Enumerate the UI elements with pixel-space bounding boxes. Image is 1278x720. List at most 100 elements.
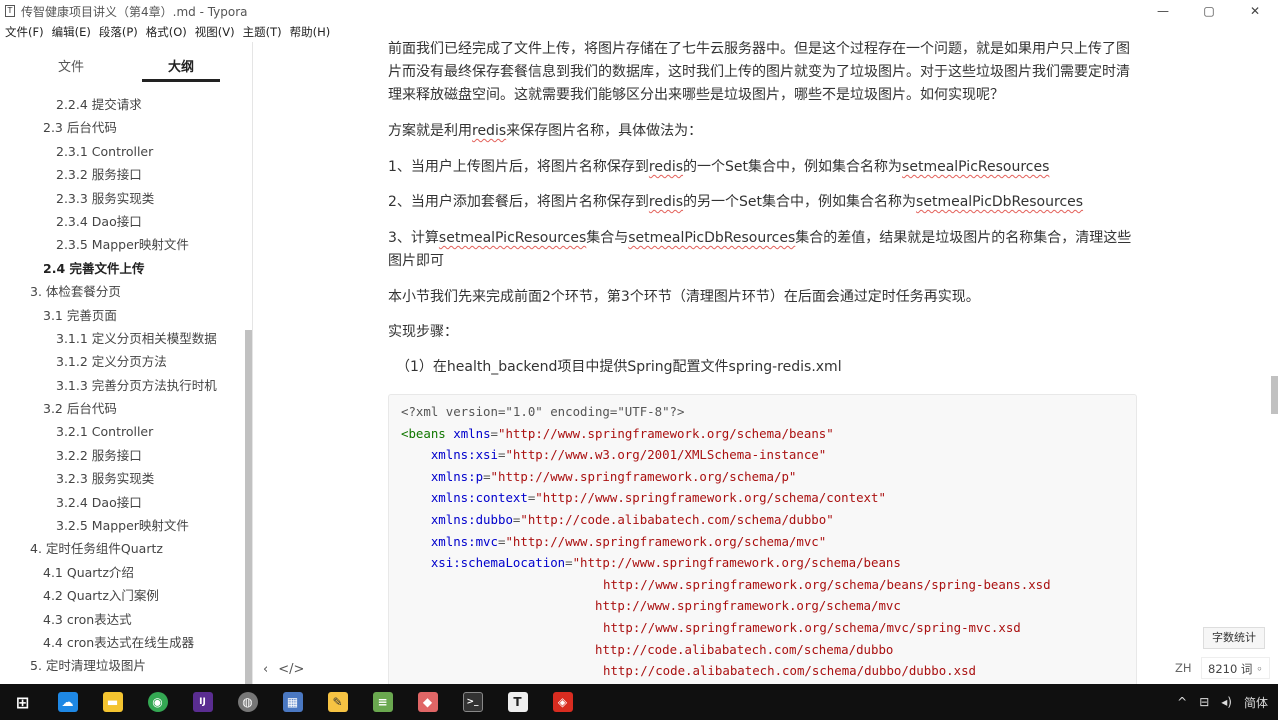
paragraph[interactable]: （1）在health_backend项目中提供Spring配置文件spring-… bbox=[396, 356, 1148, 379]
paragraph[interactable]: 1、当用户上传图片后，将图片名称保存到redis的一个Set集合中，例如集合名称… bbox=[388, 156, 1140, 179]
tab-files[interactable]: 文件 bbox=[58, 56, 84, 75]
title-bar: T 传智健康项目讲义（第4章）.md - Typora — ▢ ✕ bbox=[0, 0, 1278, 22]
window-controls: — ▢ ✕ bbox=[1140, 0, 1278, 22]
intellij-icon: IJ bbox=[192, 692, 213, 712]
taskbar-app[interactable]: ☁ bbox=[45, 684, 90, 720]
outline-item[interactable]: 4.2 Quartz入门案例 bbox=[0, 584, 245, 607]
outline-item[interactable]: 4.1 Quartz介绍 bbox=[0, 561, 245, 584]
outline-item[interactable]: 4. 定时任务组件Quartz bbox=[0, 537, 245, 560]
ime-indicator[interactable]: 简体 bbox=[1238, 694, 1278, 711]
taskbar-app[interactable]: ◍ bbox=[225, 684, 270, 720]
outline-item[interactable]: 2.3.1 Controller bbox=[0, 140, 245, 163]
taskbar-app[interactable]: ▬ bbox=[90, 684, 135, 720]
taskbar-app[interactable]: T bbox=[495, 684, 540, 720]
word-count-button[interactable]: 字数统计 bbox=[1203, 627, 1265, 649]
outline-item[interactable]: 3.1.1 定义分页相关模型数据 bbox=[0, 327, 245, 350]
outline-item-active[interactable]: 2.4 完善文件上传 bbox=[0, 257, 245, 280]
spellcheck-word: redis bbox=[648, 194, 684, 210]
outline-item[interactable]: 2.3 后台代码 bbox=[0, 116, 245, 139]
editor-scrollbar[interactable] bbox=[1271, 376, 1278, 414]
code-line: xmlns:p="http://www.springframework.org/… bbox=[430, 468, 797, 484]
taskbar-app[interactable]: ◉ bbox=[135, 684, 180, 720]
code-line: xmlns:context="http://www.springframewor… bbox=[430, 490, 886, 506]
outline-item[interactable]: 4.3 cron表达式 bbox=[0, 608, 245, 631]
menu-file[interactable]: 文件(F) bbox=[0, 22, 48, 42]
outline-item[interactable]: 2.2.4 提交请求 bbox=[0, 93, 245, 116]
paint-icon: ◆ bbox=[417, 692, 438, 712]
code-block[interactable]: <?xml version="1.0" encoding="UTF-8"?> <… bbox=[388, 394, 1137, 684]
outline-item[interactable]: 3. 体检套餐分页 bbox=[0, 280, 245, 303]
code-line: <?xml version="1.0" encoding="UTF-8"?> bbox=[401, 404, 685, 419]
sidebar: 文件 大纲 2.2.4 提交请求 2.3 后台代码 2.3.1 Controll… bbox=[0, 42, 253, 684]
language-indicator: ZH bbox=[1175, 661, 1192, 675]
code-line: <beans xmlns="http://www.springframework… bbox=[401, 425, 834, 441]
code-line: http://www.springframework.org/schema/mv… bbox=[603, 619, 1021, 635]
paragraph[interactable]: 实现步骤： bbox=[388, 321, 1140, 344]
code-line: http://code.alibabatech.com/schema/dubbo bbox=[595, 641, 894, 657]
spellcheck-word: redis bbox=[648, 159, 684, 175]
maximize-button[interactable]: ▢ bbox=[1186, 0, 1232, 22]
paragraph[interactable]: 方案就是利用redis来保存图片名称，具体做法为： bbox=[388, 120, 1140, 143]
code-line: xmlns:dubbo="http://code.alibabatech.com… bbox=[430, 511, 834, 527]
outline-item[interactable]: 3.2.4 Dao接口 bbox=[0, 491, 245, 514]
taskbar: ⊞ ☁ ▬ ◉ IJ ◍ ▦ ✎ ≡ ◆ >_ T ◈ ^ ⊟ ◂) 简体 bbox=[0, 684, 1278, 720]
outline-item[interactable]: 2.3.4 Dao接口 bbox=[0, 210, 245, 233]
windows-start-button[interactable]: ⊞ bbox=[0, 684, 45, 720]
paragraph[interactable]: 前面我们已经完成了文件上传，将图片存储在了七牛云服务器中。但是这个过程存在一个问… bbox=[388, 38, 1140, 107]
outline-item[interactable]: 3.2.2 服务接口 bbox=[0, 444, 245, 467]
sidebar-scrollbar[interactable] bbox=[245, 330, 252, 684]
taskbar-app[interactable]: ◈ bbox=[540, 684, 585, 720]
tray-expand-icon[interactable]: ^ bbox=[1171, 695, 1193, 709]
outline-item[interactable]: 3.2.1 Controller bbox=[0, 420, 245, 443]
outline-item[interactable]: 3.1.3 完善分页方法执行时机 bbox=[0, 374, 245, 397]
notes-app-icon: ✎ bbox=[327, 692, 348, 712]
windows-start-icon: ⊞ bbox=[15, 692, 30, 712]
outline-item[interactable]: 3.2.3 服务实现类 bbox=[0, 467, 245, 490]
code-line: http://code.alibabatech.com/schema/dubbo… bbox=[603, 663, 976, 679]
taskbar-app[interactable]: ◆ bbox=[405, 684, 450, 720]
spellcheck-word: redis bbox=[472, 123, 507, 139]
network-icon[interactable]: ⊟ bbox=[1193, 695, 1215, 709]
paragraph[interactable]: 2、当用户添加套餐后，将图片名称保存到redis的另一个Set集合中，例如集合名… bbox=[388, 191, 1140, 214]
code-line: http://www.springframework.org/schema/mv… bbox=[595, 598, 901, 614]
outline-item[interactable]: 4.4 cron表达式在线生成器 bbox=[0, 631, 245, 654]
outline-item[interactable]: 3.2 后台代码 bbox=[0, 397, 245, 420]
code-line: http://www.springframework.org/schema/be… bbox=[603, 576, 1051, 592]
outline-item[interactable]: 2.3.2 服务接口 bbox=[0, 163, 245, 186]
taskbar-app[interactable]: IJ bbox=[180, 684, 225, 720]
close-button[interactable]: ✕ bbox=[1232, 0, 1278, 22]
outline-item[interactable]: 3.2.5 Mapper映射文件 bbox=[0, 514, 245, 537]
volume-icon[interactable]: ◂) bbox=[1215, 695, 1238, 709]
code-line: xsi:schemaLocation="http://www.springfra… bbox=[430, 555, 901, 571]
taskbar-app[interactable]: ≡ bbox=[360, 684, 405, 720]
code-line: xmlns:mvc="http://www.springframework.or… bbox=[430, 533, 827, 549]
redis-icon: ◈ bbox=[552, 692, 573, 712]
paragraph[interactable]: 本小节我们先来完成前面2个环节，第3个环节（清理图片环节）在后面会通过定时任务再… bbox=[388, 286, 1140, 309]
menu-edit[interactable]: 编辑(E) bbox=[48, 22, 95, 42]
spellcheck-word: setmealPicResources bbox=[438, 230, 587, 246]
taskbar-app[interactable]: ✎ bbox=[315, 684, 360, 720]
typora-app-icon: T bbox=[5, 5, 15, 17]
outline-item[interactable]: 2.3.5 Mapper映射文件 bbox=[0, 233, 245, 256]
outline-item[interactable]: 2.3.3 服务实现类 bbox=[0, 187, 245, 210]
code-line: xmlns:xsi="http://www.w3.org/2001/XMLSch… bbox=[430, 447, 827, 463]
outline-list: 2.2.4 提交请求 2.3 后台代码 2.3.1 Controller 2.3… bbox=[0, 93, 245, 678]
menu-paragraph[interactable]: 段落(P) bbox=[95, 22, 142, 42]
tab-outline[interactable]: 大纲 bbox=[168, 56, 194, 75]
browser-icon: ◍ bbox=[237, 692, 258, 712]
word-count-status[interactable]: 8210 词 ◦ bbox=[1201, 657, 1270, 679]
notepad-icon: ≡ bbox=[372, 692, 393, 712]
sidebar-tabs: 文件 大纲 bbox=[0, 42, 252, 84]
minimize-button[interactable]: — bbox=[1140, 0, 1186, 22]
outline-item[interactable]: 3.1.2 定义分页方法 bbox=[0, 350, 245, 373]
paragraph[interactable]: 3、计算setmealPicResources集合与setmealPicDbRe… bbox=[388, 227, 1140, 273]
outline-item[interactable]: 5. 定时清理垃圾图片 bbox=[0, 654, 245, 677]
outline-item[interactable]: 3.1 完善页面 bbox=[0, 304, 245, 327]
cloud-app-icon: ☁ bbox=[57, 692, 78, 712]
taskbar-app[interactable]: >_ bbox=[450, 684, 495, 720]
taskbar-app[interactable]: ▦ bbox=[270, 684, 315, 720]
active-tab-indicator bbox=[142, 79, 220, 82]
menu-view[interactable]: 视图(V) bbox=[191, 22, 239, 42]
menu-format[interactable]: 格式(O) bbox=[142, 22, 191, 42]
editor-content[interactable]: 前面我们已经完成了文件上传，将图片存储在了七牛云服务器中。但是这个过程存在一个问… bbox=[254, 34, 1264, 684]
